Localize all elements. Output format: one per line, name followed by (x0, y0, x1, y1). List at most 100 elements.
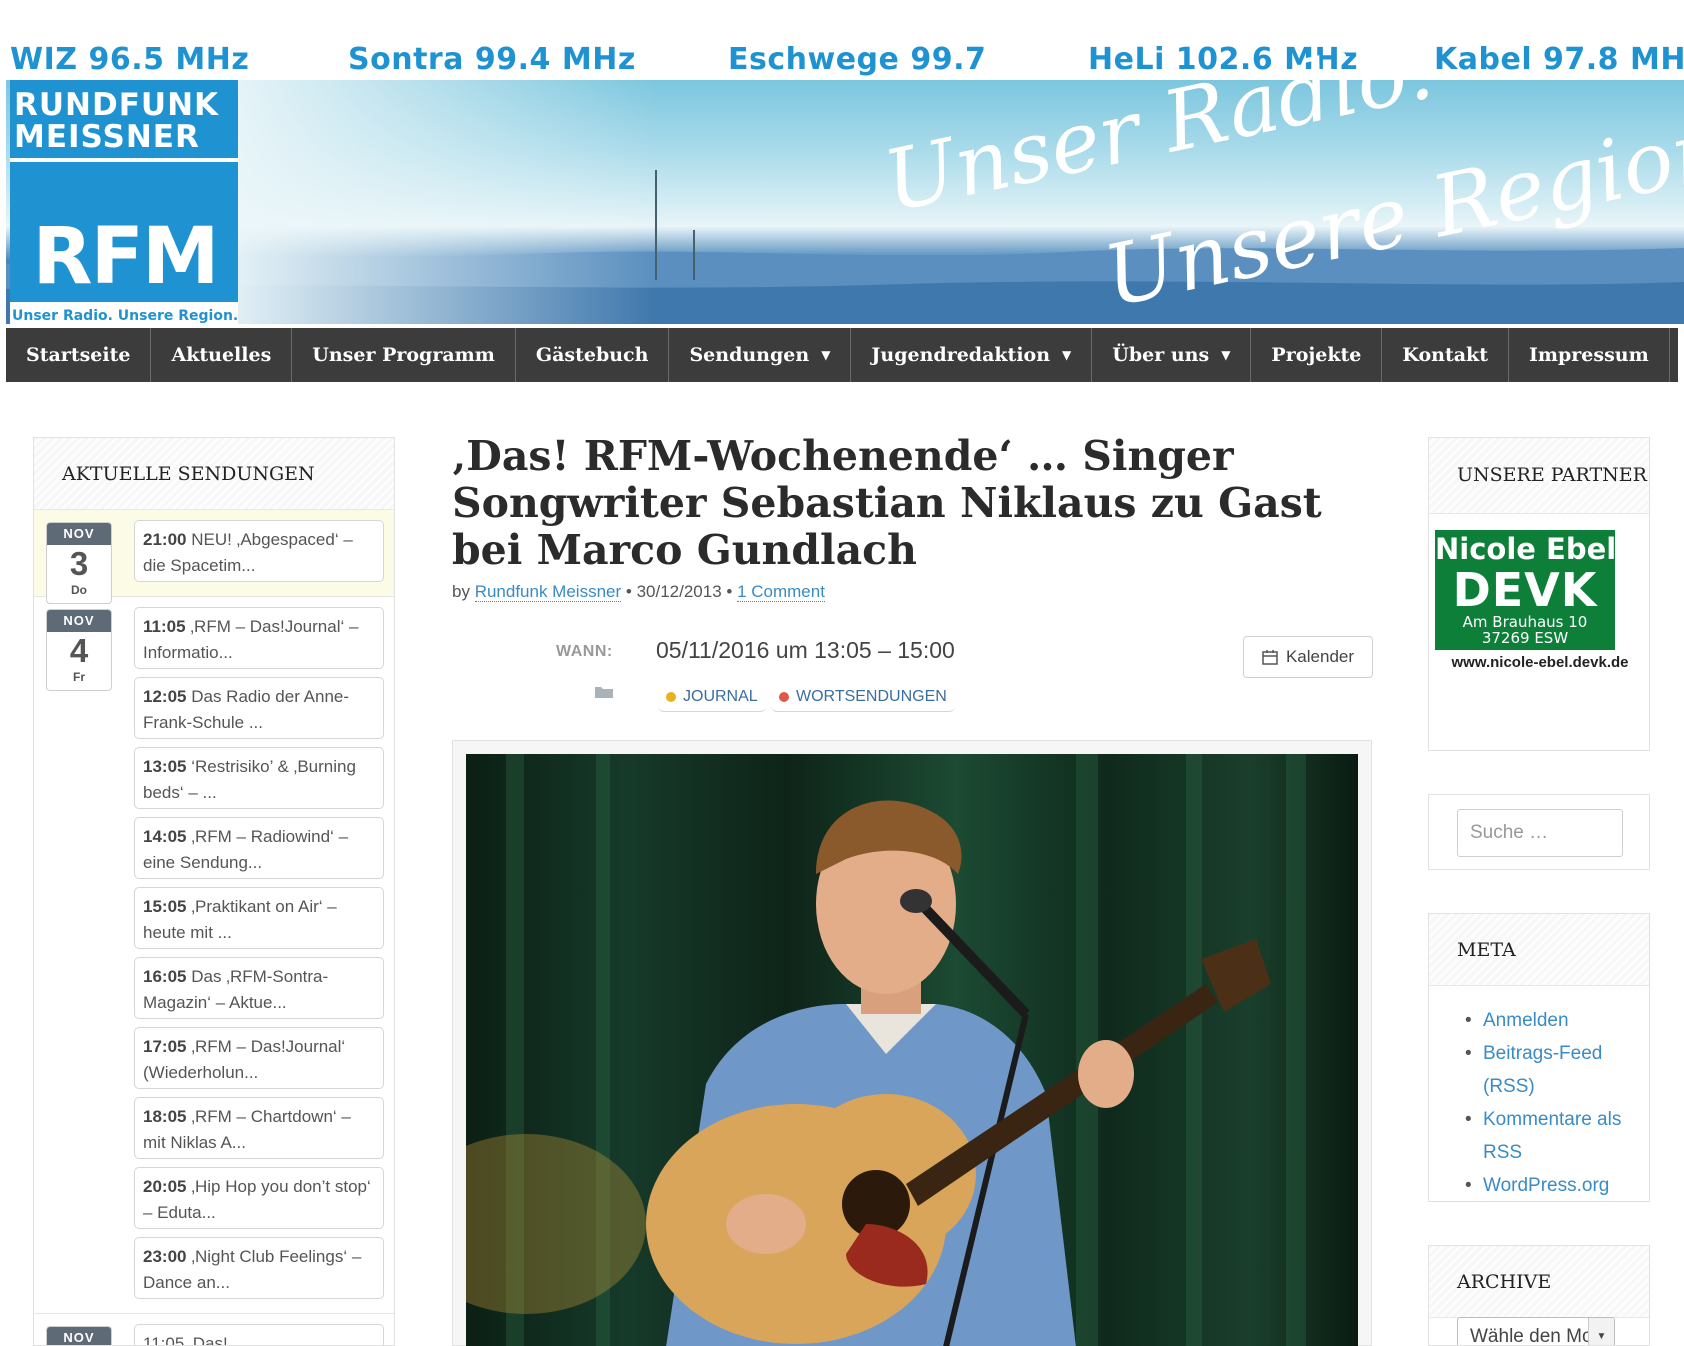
event-time: 12:05 (143, 687, 187, 706)
date-month: NOV (47, 610, 111, 632)
byline-separator: • (621, 582, 637, 601)
tag-color-dot (666, 691, 676, 702)
nav-label: Startseite (26, 344, 131, 366)
nav-gaestebuch[interactable]: Gästebuch (516, 328, 670, 382)
header-banner: WIZ 96.5 MHz Sontra 99.4 MHz Eschwege 99… (6, 40, 1684, 324)
nav-projekte[interactable]: Projekte (1251, 328, 1383, 382)
frequency-kabel: Kabel 97.8 MHz (1434, 42, 1684, 77)
site-logo[interactable]: RUNDFUNK MEISSNER RFM Unser Radio. Unser… (10, 80, 238, 324)
chevron-down-icon: ▼ (1588, 1318, 1614, 1345)
event-item[interactable]: 12:05 Das Radio der Anne-Frank-Schule ..… (134, 677, 384, 739)
folder-icon (595, 687, 613, 698)
article-byline: by Rundfunk Meissner • 30/12/2013 • 1 Co… (452, 582, 825, 602)
event-time: 16:05 (143, 967, 187, 986)
nav-ueber-uns[interactable]: Über uns ▼ (1092, 328, 1252, 382)
event-item[interactable]: 11:05 ‚Das! (134, 1324, 384, 1345)
event-item[interactable]: 14:05 ‚RFM – Radiowind‘ – eine Sendung..… (134, 817, 384, 879)
meta-link-login[interactable]: Anmelden (1457, 1004, 1649, 1037)
nav-aktuelles[interactable]: Aktuelles (151, 328, 293, 382)
tag-journal[interactable]: JOURNAL (658, 682, 766, 712)
day-group: NOV 4 Fr 11:05 ‚RFM – Das!Journal‘ – Inf… (34, 597, 394, 1314)
date-weekday: Do (71, 583, 87, 597)
archive-widget: ARCHIVE Wähle den Monat ▼ (1428, 1245, 1650, 1346)
comments-link[interactable]: 1 Comment (737, 582, 825, 602)
event-item[interactable]: 17:05 ‚RFM – Das!Journal‘ (Wiederholun..… (134, 1027, 384, 1089)
byline-prefix: by (452, 582, 475, 601)
date-badge: NOV 4 Fr (46, 609, 112, 691)
date-month: NOV (47, 1327, 111, 1345)
logo-line-2: MEISSNER (14, 119, 200, 155)
chevron-down-icon: ▼ (1221, 348, 1231, 362)
date-day: 3 (69, 545, 89, 582)
event-list: 11:05 ‚Das! (134, 1324, 384, 1345)
tag-label: JOURNAL (683, 687, 758, 705)
nav-kontakt[interactable]: Kontakt (1382, 328, 1510, 382)
author-link[interactable]: Rundfunk Meissner (474, 582, 622, 602)
event-item[interactable]: 21:00 NEU! ‚Abgespaced‘ – die Spacetim..… (134, 520, 384, 582)
tag-color-dot (779, 691, 789, 702)
nav-label: Über uns (1112, 344, 1210, 366)
when-label: WANN: (556, 643, 613, 660)
event-datetime: 05/11/2016 um 13:05 – 15:00 (656, 637, 955, 663)
nav-label: Sendungen (689, 344, 810, 366)
ad-city: 37269 ESW (1481, 629, 1569, 647)
widget-title: UNSERE PARTNER (1429, 438, 1649, 514)
meta-link-comments-feed[interactable]: Kommentare als RSS (1457, 1103, 1649, 1169)
frequency-wiz: WIZ 96.5 MHz (10, 42, 250, 77)
logo-mark: RFM (32, 212, 220, 302)
post-date: 30/12/2013 (636, 582, 722, 601)
meta-link-wordpress[interactable]: WordPress.org (1457, 1169, 1649, 1202)
day-group-today: NOV 3 Do 21:00 NEU! ‚Abgespaced‘ – die S… (34, 510, 394, 604)
event-time: 20:05 (143, 1177, 187, 1196)
chevron-down-icon: ▼ (821, 348, 831, 362)
nav-unser-programm[interactable]: Unser Programm (292, 328, 516, 382)
event-time: 23:00 (143, 1247, 187, 1266)
nav-label: Jugendredaktion (871, 344, 1051, 366)
archive-select[interactable]: Wähle den Monat ▼ (1457, 1317, 1615, 1345)
date-day: 4 (69, 632, 89, 669)
event-item[interactable]: 20:05 ‚Hip Hop you don’t stop‘ – Eduta..… (134, 1167, 384, 1229)
tag-wortsendungen[interactable]: WORTSENDUNGEN (771, 682, 955, 712)
date-badge: NOV 3 Do (46, 522, 112, 604)
event-item[interactable]: 23:00 ‚Night Club Feelings‘ – Dance an..… (134, 1237, 384, 1299)
event-item[interactable]: 16:05 Das ‚RFM-Sontra-Magazin‘ – Aktue..… (134, 957, 384, 1019)
partner-ad-devk[interactable]: Nicole Ebel DEVK Am Brauhaus 10 37269 ES… (1435, 530, 1645, 738)
event-time: 13:05 (143, 757, 187, 776)
main-nav: Startseite Aktuelles Unser Programm Gäst… (6, 328, 1678, 382)
nav-label: Kontakt (1402, 344, 1489, 366)
nav-label: Impressum (1529, 344, 1649, 366)
logo-line-1: RUNDFUNK (14, 87, 220, 123)
nav-jugendredaktion[interactable]: Jugendredaktion ▼ (851, 328, 1093, 382)
ad-brand: DEVK (1452, 563, 1598, 617)
event-item[interactable]: 13:05 ‘Restrisiko’ & ‚Burning beds‘ – ..… (134, 747, 384, 809)
event-time: 17:05 (143, 1037, 187, 1056)
devk-banner: Nicole Ebel DEVK Am Brauhaus 10 37269 ES… (1435, 530, 1617, 650)
nav-label: Unser Programm (312, 344, 495, 366)
meta-widget: META Anmelden Beitrags-Feed (RSS) Kommen… (1428, 913, 1650, 1202)
byline-separator: • (721, 582, 738, 601)
event-time: 11:05 (143, 617, 186, 636)
nav-sendungen[interactable]: Sendungen ▼ (669, 328, 852, 382)
partners-widget: UNSERE PARTNER Nicole Ebel DEVK Am Brauh… (1428, 437, 1650, 751)
article-title: ‚Das! RFM-Wochenende‘ … Singer Songwrite… (452, 432, 1322, 574)
event-item[interactable]: 15:05 ‚Praktikant on Air‘ – heute mit ..… (134, 887, 384, 949)
chevron-down-icon: ▼ (1062, 348, 1072, 362)
frequency-sontra: Sontra 99.4 MHz (348, 42, 636, 77)
widget-title: ARCHIVE (1429, 1246, 1649, 1318)
nav-impressum[interactable]: Impressum (1509, 328, 1670, 382)
nav-startseite[interactable]: Startseite (6, 328, 152, 382)
event-item[interactable]: 18:05 ‚RFM – Chartdown‘ – mit Niklas A..… (134, 1097, 384, 1159)
featured-image-singer-guitar (466, 754, 1358, 1346)
nav-label: Gästebuch (535, 344, 649, 366)
ad-name: Nicole Ebel (1435, 532, 1617, 566)
nav-label: Aktuelles (171, 344, 272, 366)
search-input[interactable] (1457, 809, 1623, 857)
current-shows-widget: AKTUELLE SENDUNGEN NOV 3 Do 21:00 NEU! ‚… (33, 437, 395, 1346)
meta-link-posts-feed[interactable]: Beitrags-Feed (RSS) (1457, 1037, 1649, 1103)
calendar-button-label: Kalender (1285, 647, 1355, 666)
calendar-button[interactable]: Kalender (1243, 636, 1373, 678)
event-item[interactable]: 11:05 ‚RFM – Das!Journal‘ – Informatio..… (134, 607, 384, 669)
meta-links: Anmelden Beitrags-Feed (RSS) Kommentare … (1429, 986, 1649, 1202)
event-time: 14:05 (143, 827, 187, 846)
date-weekday: Fr (73, 670, 85, 684)
